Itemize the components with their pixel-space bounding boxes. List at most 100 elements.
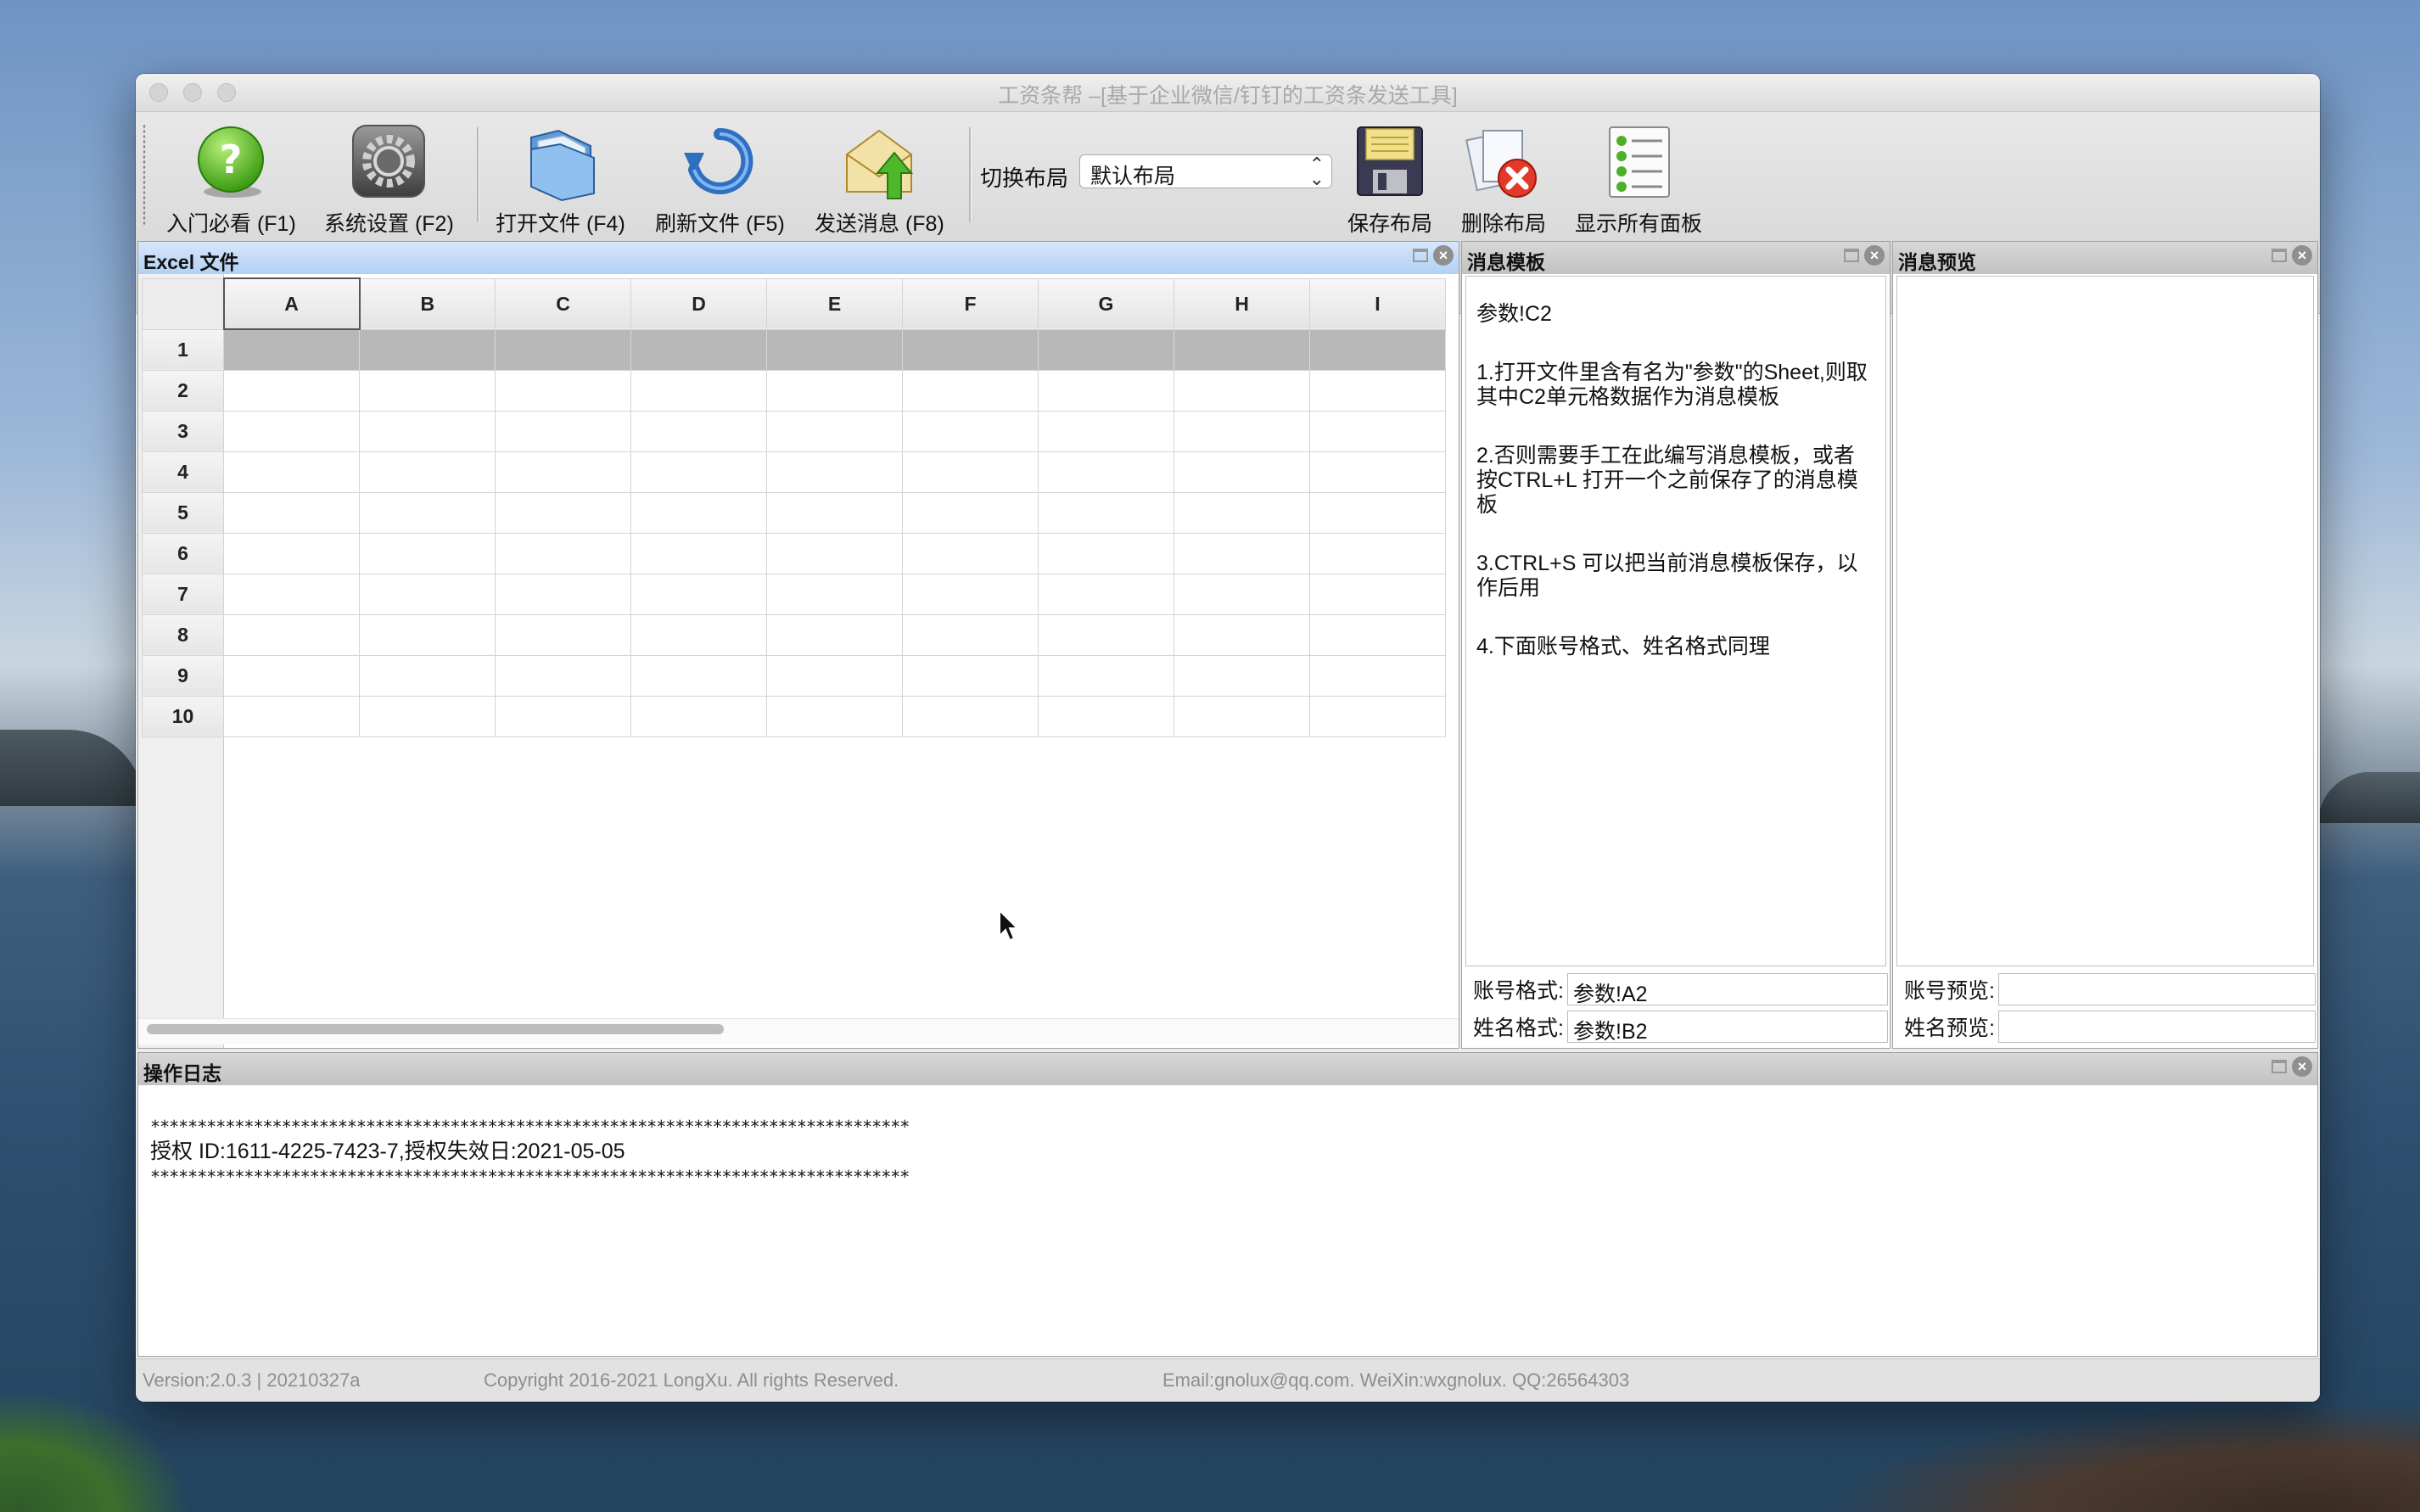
maximize-panel-icon[interactable] [2272, 1060, 2287, 1073]
cell[interactable] [495, 410, 631, 452]
cell[interactable] [630, 369, 767, 412]
close-panel-icon[interactable]: × [1433, 245, 1454, 266]
cell[interactable] [902, 369, 1039, 412]
cell[interactable] [902, 654, 1039, 697]
cell[interactable] [1309, 369, 1446, 412]
cell[interactable] [1038, 410, 1174, 452]
cell[interactable] [766, 328, 903, 371]
cell[interactable] [902, 532, 1039, 574]
column-header[interactable]: F [902, 277, 1039, 330]
cell[interactable] [1309, 573, 1446, 615]
cell[interactable] [766, 654, 903, 697]
cell[interactable] [630, 491, 767, 534]
cell[interactable] [630, 328, 767, 371]
cell[interactable] [1174, 491, 1310, 534]
cell[interactable] [902, 328, 1039, 371]
close-panel-icon[interactable]: × [2292, 1056, 2312, 1077]
cell[interactable] [1038, 491, 1174, 534]
log-output[interactable]: ****************************************… [142, 1087, 2314, 1352]
preview-panel-header[interactable]: 消息预览 × [1893, 242, 2317, 274]
cell[interactable] [902, 613, 1039, 656]
open-file-button[interactable]: 打开文件 (F4) [496, 120, 625, 238]
name-preview-field[interactable] [1998, 1011, 2316, 1043]
cell[interactable] [902, 491, 1039, 534]
cell[interactable] [223, 695, 360, 737]
cell[interactable] [359, 491, 496, 534]
cell[interactable] [766, 695, 903, 737]
cell[interactable] [766, 613, 903, 656]
column-header[interactable]: D [630, 277, 767, 330]
cell[interactable] [766, 410, 903, 452]
cell[interactable] [630, 654, 767, 697]
close-panel-icon[interactable]: × [2292, 245, 2312, 266]
row-header[interactable]: 8 [142, 613, 224, 656]
cell[interactable] [902, 573, 1039, 615]
cell[interactable] [1309, 451, 1446, 493]
account-preview-field[interactable] [1998, 973, 2316, 1005]
cell[interactable] [1038, 532, 1174, 574]
name-format-field[interactable]: 参数!B2 [1567, 1011, 1888, 1044]
cell[interactable] [1174, 328, 1310, 371]
cell[interactable] [1309, 491, 1446, 534]
column-header[interactable]: I [1309, 277, 1446, 330]
cell[interactable] [359, 613, 496, 656]
column-header[interactable]: G [1038, 277, 1174, 330]
title-bar[interactable]: 工资条帮 –[基于企业微信/钉钉的工资条发送工具] [136, 74, 2320, 112]
send-message-button[interactable]: 发送消息 (F8) [815, 120, 944, 238]
cell[interactable] [223, 613, 360, 656]
cell[interactable] [359, 451, 496, 493]
cell[interactable] [630, 613, 767, 656]
cell[interactable] [1174, 451, 1310, 493]
row-header[interactable]: 6 [142, 532, 224, 574]
maximize-panel-icon[interactable] [1844, 249, 1859, 262]
cell[interactable] [1174, 654, 1310, 697]
cell[interactable] [223, 654, 360, 697]
cell[interactable] [1309, 654, 1446, 697]
spreadsheet-grid[interactable]: A B C D E F G H I 1 2 3 4 5 6 7 8 9 10 [138, 274, 1459, 1048]
cell[interactable] [1038, 328, 1174, 371]
cell[interactable] [1174, 369, 1310, 412]
row-header[interactable]: 2 [142, 369, 224, 412]
cell[interactable] [1038, 613, 1174, 656]
horizontal-scrollbar-thumb[interactable] [147, 1024, 724, 1034]
cell[interactable] [630, 695, 767, 737]
cell[interactable] [223, 328, 360, 371]
cell[interactable] [223, 491, 360, 534]
maximize-panel-icon[interactable] [1413, 249, 1428, 262]
cell[interactable] [1038, 573, 1174, 615]
cell[interactable] [902, 695, 1039, 737]
cell[interactable] [1038, 451, 1174, 493]
row-header[interactable]: 4 [142, 451, 224, 493]
cell[interactable] [766, 491, 903, 534]
save-layout-button[interactable]: 保存布局 [1347, 120, 1432, 238]
cell[interactable] [359, 573, 496, 615]
cell[interactable] [1174, 613, 1310, 656]
template-panel-header[interactable]: 消息模板 × [1462, 242, 1890, 274]
excel-panel-header[interactable]: Excel 文件 × [138, 242, 1459, 274]
cell[interactable] [223, 573, 360, 615]
help-button[interactable]: ? 入门必看 (F1) [166, 120, 296, 238]
row-header[interactable]: 1 [142, 328, 224, 371]
cell[interactable] [1309, 410, 1446, 452]
cell[interactable] [1038, 369, 1174, 412]
sheet-table[interactable]: A B C D E F G H I 1 2 3 4 5 6 7 8 9 10 [142, 277, 1446, 737]
template-editor[interactable]: 参数!C2 1.打开文件里含有名为"参数"的Sheet,则取其中C2单元格数据作… [1465, 276, 1886, 966]
cell[interactable] [495, 695, 631, 737]
row-header[interactable]: 7 [142, 573, 224, 615]
cell[interactable] [1038, 654, 1174, 697]
cell[interactable] [359, 532, 496, 574]
cell[interactable] [1309, 328, 1446, 371]
cell[interactable] [495, 613, 631, 656]
cell[interactable] [630, 532, 767, 574]
cell[interactable] [1174, 695, 1310, 737]
cell[interactable] [495, 369, 631, 412]
cell[interactable] [495, 491, 631, 534]
cell[interactable] [223, 369, 360, 412]
corner-cell[interactable] [142, 277, 224, 330]
cell[interactable] [223, 410, 360, 452]
cell[interactable] [1309, 532, 1446, 574]
cell[interactable] [902, 451, 1039, 493]
cell[interactable] [359, 695, 496, 737]
cell[interactable] [1174, 532, 1310, 574]
cell[interactable] [766, 532, 903, 574]
